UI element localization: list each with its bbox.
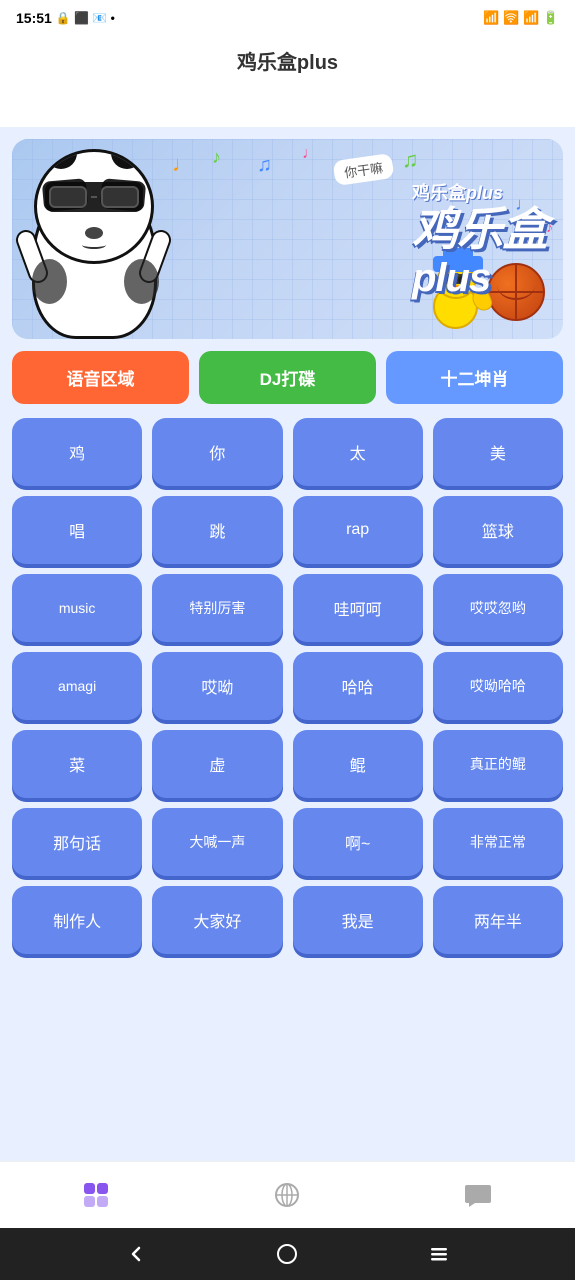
category-zodiac[interactable]: 十二坤肖 <box>386 351 563 404</box>
sound-btn-14[interactable]: 哈哈 <box>293 652 423 720</box>
status-right-icons: 📶 🛜 📶 🔋 <box>483 10 559 26</box>
music-note-2: ♪ <box>212 147 221 168</box>
sound-btn-12[interactable]: amagi <box>12 652 142 720</box>
sound-btn-10[interactable]: 哇呵呵 <box>293 574 423 642</box>
sound-btn-19[interactable]: 真正的鲲 <box>433 730 563 798</box>
nav-home[interactable] <box>61 1176 131 1214</box>
sound-btn-2[interactable]: 太 <box>293 418 423 486</box>
sound-btn-15[interactable]: 哎呦哈哈 <box>433 652 563 720</box>
sound-btn-17[interactable]: 虚 <box>152 730 282 798</box>
discover-icon <box>272 1180 302 1210</box>
sound-btn-26[interactable]: 我是 <box>293 886 423 954</box>
sound-btn-4[interactable]: 唱 <box>12 496 142 564</box>
sound-btn-7[interactable]: 篮球 <box>433 496 563 564</box>
home-icon <box>81 1180 111 1210</box>
sound-btn-23[interactable]: 非常正常 <box>433 808 563 876</box>
music-note-4: ♩ <box>302 145 318 163</box>
sound-btn-8[interactable]: music <box>12 574 142 642</box>
banner: ♩ ♪ ♫ ♩ ♪ ♫ ♩ ♪ 你干嘛 鸡乐盒plus 鸡乐盒plus <box>12 139 563 339</box>
sys-menu-button[interactable] <box>425 1240 453 1268</box>
system-nav <box>0 1228 575 1280</box>
status-time: 15:51 <box>16 10 52 26</box>
nav-discover[interactable] <box>252 1176 322 1214</box>
music-note-1: ♩ <box>172 151 194 177</box>
status-bar: 15:51 🔒 ⬛ 📧 • 📶 🛜 📶 🔋 <box>0 0 575 36</box>
category-voice[interactable]: 语音区域 <box>12 351 189 404</box>
sound-btn-20[interactable]: 那句话 <box>12 808 142 876</box>
sound-btn-3[interactable]: 美 <box>433 418 563 486</box>
chat-icon <box>464 1180 494 1210</box>
sound-btn-9[interactable]: 特别厉害 <box>152 574 282 642</box>
cloud-decoration <box>0 87 575 127</box>
nav-chat[interactable] <box>444 1176 514 1214</box>
panda-character <box>22 149 167 339</box>
sound-btn-27[interactable]: 两年半 <box>433 886 563 954</box>
music-note-3: ♫ <box>257 154 272 177</box>
sound-btn-18[interactable]: 鲲 <box>293 730 423 798</box>
banner-title: 鸡乐盒plus 鸡乐盒plus <box>412 184 547 298</box>
sound-btn-1[interactable]: 你 <box>152 418 282 486</box>
sound-btn-16[interactable]: 菜 <box>12 730 142 798</box>
sound-btn-22[interactable]: 啊~ <box>293 808 423 876</box>
music-note-6: ♫ <box>402 147 419 173</box>
sound-btn-5[interactable]: 跳 <box>152 496 282 564</box>
sound-btn-13[interactable]: 哎呦 <box>152 652 282 720</box>
sound-btn-21[interactable]: 大喊一声 <box>152 808 282 876</box>
sound-btn-25[interactable]: 大家好 <box>152 886 282 954</box>
sys-home-button[interactable] <box>273 1240 301 1268</box>
category-row: 语音区域 DJ打碟 十二坤肖 <box>12 351 563 404</box>
sound-btn-24[interactable]: 制作人 <box>12 886 142 954</box>
sound-grid: 鸡你太美唱跳rap篮球music特别厉害哇呵呵哎哎忽哟amagi哎呦哈哈哎呦哈哈… <box>12 418 563 954</box>
status-icons: 🔒 ⬛ 📧 • <box>56 11 115 25</box>
category-dj[interactable]: DJ打碟 <box>199 351 376 404</box>
app-header: 鸡乐盒plus <box>0 36 575 87</box>
sound-btn-11[interactable]: 哎哎忽哟 <box>433 574 563 642</box>
sound-btn-6[interactable]: rap <box>293 496 423 564</box>
app-title: 鸡乐盒plus <box>237 52 338 74</box>
bottom-nav <box>0 1161 575 1228</box>
main-content: ♩ ♪ ♫ ♩ ♪ ♫ ♩ ♪ 你干嘛 鸡乐盒plus 鸡乐盒plus <box>0 127 575 1161</box>
sound-btn-0[interactable]: 鸡 <box>12 418 142 486</box>
music-note-8: ♪ <box>546 219 553 235</box>
sys-back-button[interactable] <box>122 1240 150 1268</box>
